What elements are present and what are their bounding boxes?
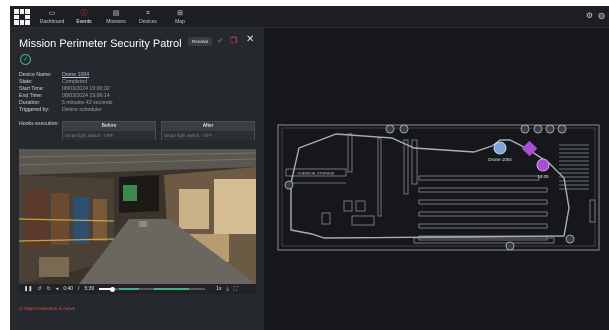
- devices-icon: ⌗: [146, 9, 150, 17]
- info-label: Start Time:: [19, 86, 45, 92]
- video-timeline[interactable]: [99, 286, 206, 292]
- info-label: End Time:: [19, 93, 43, 99]
- warehouse-map: CHEMICAL STORAGE Drone 1004 19:05: [277, 124, 600, 251]
- area-label: CHEMICAL STORAGE: [298, 172, 336, 176]
- event-marker: [536, 158, 550, 172]
- top-navigation-bar: ▭ Dashboard ⓘ Events ▤ Missions ⌗ Devices ⊞ Map ⚙…: [10, 6, 609, 28]
- info-label: Device Name:: [19, 72, 52, 78]
- info-label: State:: [19, 79, 33, 85]
- rewind-icon[interactable]: ↺: [37, 286, 41, 292]
- completed-status-icon: ✓: [20, 54, 31, 65]
- volume-icon[interactable]: ◂: [56, 286, 59, 292]
- pause-icon[interactable]: ❚❚: [24, 286, 32, 292]
- info-row: Device Name: Drone 1004: [19, 72, 112, 79]
- check-icon[interactable]: ✓: [217, 36, 224, 45]
- playback-speed[interactable]: 1x: [216, 286, 221, 292]
- time-total: 5:39: [84, 286, 95, 292]
- device-name-link[interactable]: Drone 1004: [62, 72, 89, 79]
- detection-label: Object Detection is Active: [24, 306, 76, 311]
- nav-item-dashboard[interactable]: ▭ Dashboard: [36, 6, 68, 28]
- video-player[interactable]: [19, 149, 256, 284]
- info-row: Start Time: 08/03/2024 19:00:32: [19, 86, 112, 93]
- info-value: 08/03/2024 19:06:14: [62, 93, 110, 99]
- hook-before-text: Smart light switch - OFF: [63, 131, 155, 140]
- info-value: 5 minutes 42 seconds: [62, 100, 113, 106]
- hook-after-title: After: [162, 122, 254, 131]
- info-row: Triggered by: Device scheduler: [19, 107, 112, 114]
- nav-item-devices[interactable]: ⌗ Devices: [132, 6, 164, 28]
- info-label: Triggered by:: [19, 107, 50, 113]
- event-details-panel: Mission Perimeter Security Patrol Resolv…: [10, 28, 264, 330]
- info-value: Completed: [62, 79, 88, 85]
- info-value: Device scheduler: [62, 107, 102, 113]
- dashboard-icon: ▭: [48, 9, 56, 17]
- resolve-button[interactable]: Resolve: [188, 37, 213, 46]
- info-value: 08/03/2024 19:00:32: [62, 86, 110, 92]
- alert-icon: ⓘ: [80, 9, 88, 17]
- timeline-handle[interactable]: [110, 286, 116, 292]
- hook-before: Before Smart light switch - OFF: [62, 121, 156, 140]
- nav-label: Events: [76, 18, 92, 25]
- nav-label: Devices: [139, 18, 157, 25]
- detection-icon: ⊡: [19, 306, 23, 311]
- duplicate-icon[interactable]: ❐: [230, 36, 237, 45]
- info-label: Duration:: [19, 100, 41, 106]
- hook-after-text: Smart light switch - OFF: [162, 131, 254, 140]
- top-right-tools: ⚙ ◍: [586, 11, 605, 20]
- info-row: State: Completed: [19, 79, 112, 86]
- drone-label: Drone 1004: [488, 157, 512, 162]
- close-icon[interactable]: ✕: [246, 34, 254, 45]
- hooks-execution-label: Hooks execution:: [19, 121, 59, 127]
- nav-label: Missions: [106, 18, 126, 25]
- forward-icon[interactable]: ↻: [47, 286, 51, 292]
- main-nav: ▭ Dashboard ⓘ Events ▤ Missions ⌗ Devices ⊞ Map: [36, 6, 196, 28]
- warehouse-video-frame: [19, 149, 256, 284]
- map-panel[interactable]: CHEMICAL STORAGE Drone 1004 19:05: [264, 28, 609, 330]
- drone-marker: [493, 141, 507, 155]
- hook-after: After Smart light switch - OFF: [161, 121, 255, 140]
- building-outline: [277, 124, 600, 251]
- nav-label: Dashboard: [39, 18, 65, 25]
- fullscreen-icon[interactable]: ⛶: [234, 286, 238, 292]
- nav-item-map[interactable]: ⊞ Map: [164, 6, 196, 28]
- info-row: End Time: 08/03/2024 19:06:14: [19, 93, 112, 100]
- logo-icon[interactable]: [14, 9, 30, 25]
- event-title: Mission Perimeter Security Patrol: [19, 38, 182, 50]
- event-time-label: 19:05: [537, 174, 549, 179]
- event-info: Device Name: Drone 1004 State: Completed Sta…: [19, 72, 112, 114]
- settings-icon[interactable]: ⚙: [586, 11, 593, 20]
- time-separator: /: [78, 286, 80, 292]
- object-detection-status: ⊡ Object Detection is Active: [19, 306, 75, 312]
- app-window: ▭ Dashboard ⓘ Events ▤ Missions ⌗ Devices ⊞ Map ⚙…: [10, 6, 609, 330]
- video-controls: ❚❚ ↺ ↻ ◂ 0:40 / 5:39 1x ⤓ ⛶: [19, 284, 256, 294]
- time-current: 0:40: [63, 286, 74, 292]
- missions-icon: ▤: [112, 9, 120, 17]
- info-row: Duration: 5 minutes 42 seconds: [19, 100, 112, 107]
- nav-item-events[interactable]: ⓘ Events: [68, 6, 100, 28]
- download-icon[interactable]: ⤓: [226, 286, 228, 292]
- map-icon: ⊞: [177, 9, 183, 17]
- stairs: [559, 144, 589, 190]
- nav-item-missions[interactable]: ▤ Missions: [100, 6, 132, 28]
- nav-label: Map: [175, 18, 185, 25]
- account-icon[interactable]: ◍: [598, 11, 605, 20]
- hook-before-title: Before: [63, 122, 155, 131]
